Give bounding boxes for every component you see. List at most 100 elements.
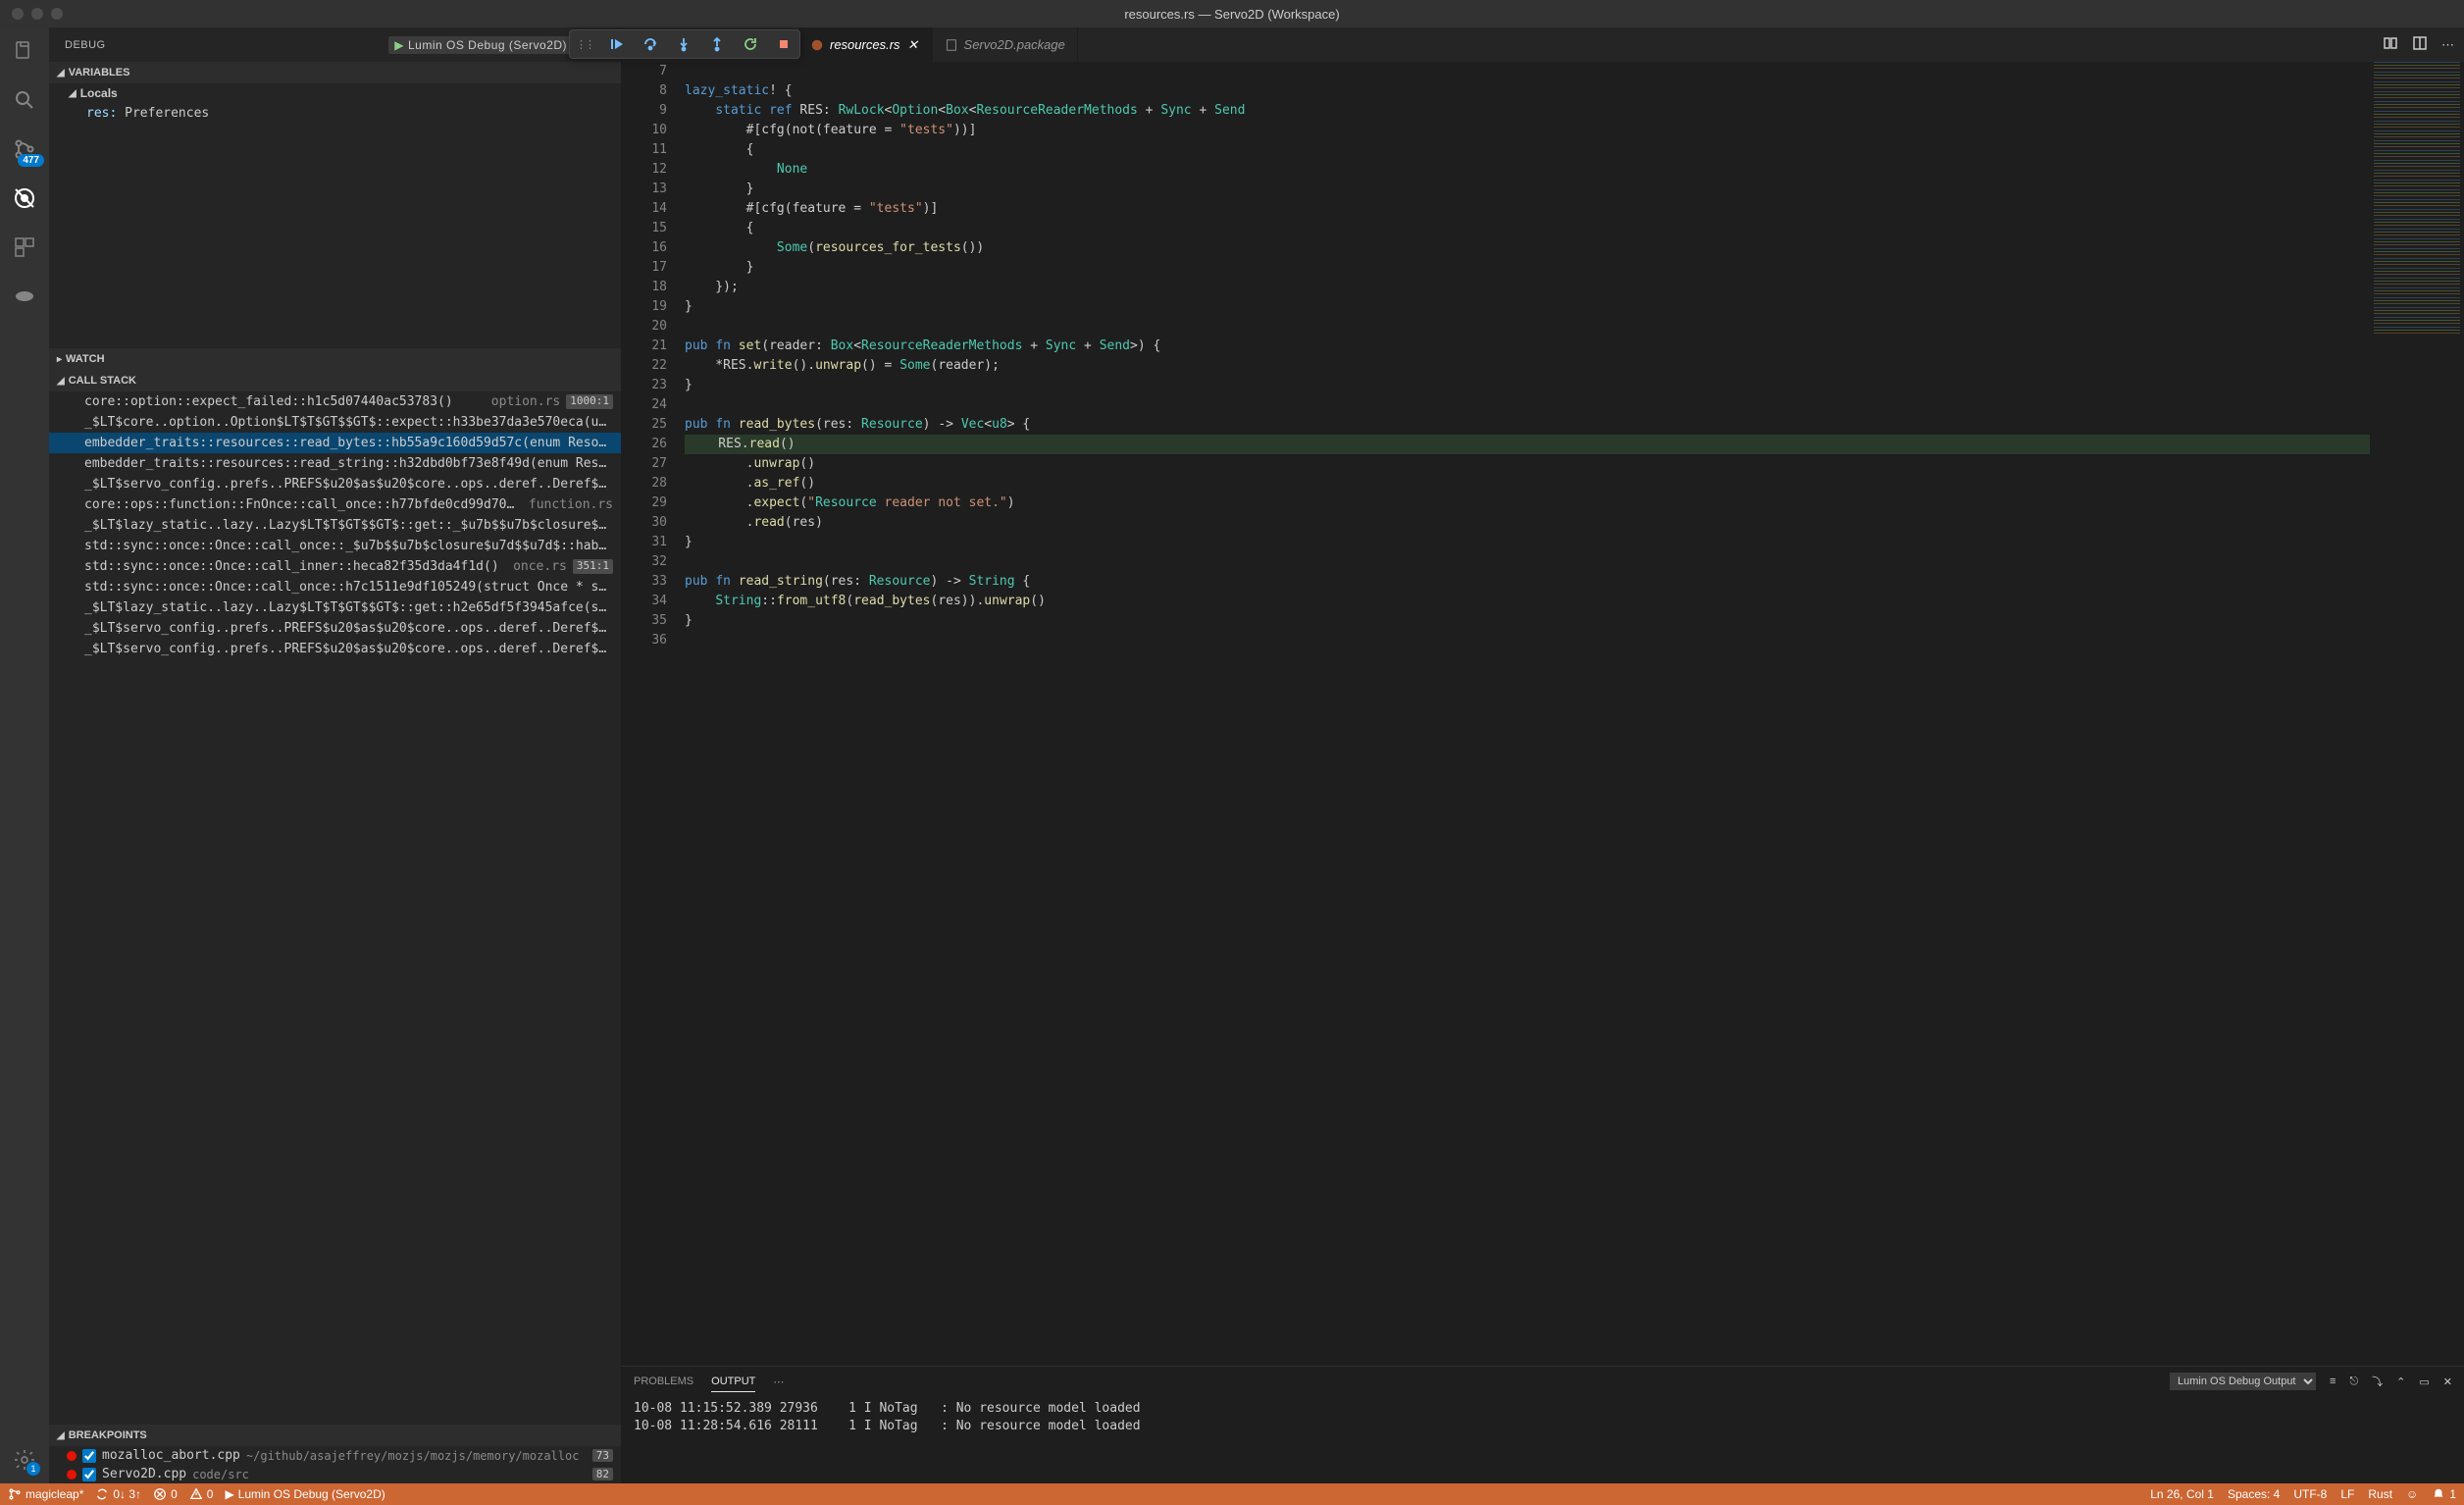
stack-frame[interactable]: _$LT$servo_config..prefs..PREFS$u20$as$u…	[49, 474, 621, 494]
notifications-icon[interactable]: 1	[2432, 1487, 2456, 1501]
clear-icon[interactable]: ⎋	[2349, 1375, 2358, 1388]
settings-gear-icon[interactable]: 1	[11, 1446, 38, 1474]
window-title: resources.rs — Servo2D (Workspace)	[0, 7, 2464, 22]
indentation[interactable]: Spaces: 4	[2228, 1487, 2280, 1501]
warnings-count[interactable]: 0	[189, 1487, 214, 1501]
search-icon[interactable]	[11, 86, 38, 114]
tab-resources-rs[interactable]: resources.rs ✕	[798, 27, 933, 62]
breakpoint-checkbox[interactable]	[82, 1468, 96, 1481]
stack-frame[interactable]: std::sync::once::Once::call_once::_$u7b$…	[49, 536, 621, 556]
output-channel-select[interactable]: Lumin OS Debug Output	[2170, 1373, 2316, 1390]
restart-button[interactable]	[741, 34, 760, 54]
scm-badge: 477	[18, 154, 44, 167]
git-branch[interactable]: magicleap*	[8, 1487, 83, 1501]
stop-button[interactable]	[774, 34, 794, 54]
chevron-down-icon: ◢	[57, 1430, 65, 1441]
play-icon: ▶	[394, 38, 404, 52]
continue-button[interactable]	[607, 34, 627, 54]
log-line: 10-08 11:28:54.616 28111 1 I NoTag : No …	[634, 1418, 2452, 1435]
step-out-button[interactable]	[707, 34, 727, 54]
errors-count[interactable]: 0	[153, 1487, 178, 1501]
rust-file-icon	[810, 38, 824, 52]
code-editor[interactable]: 7891011121314151617181920212223242526272…	[622, 62, 2464, 1366]
debug-sidebar: DEBUG ▶ Lumin OS Debug (Servo2D) ⇅ ⚙ ◢ V…	[49, 27, 622, 1483]
editor-actions: ⋯	[2373, 27, 2464, 62]
watch-section-header[interactable]: ▸ WATCH	[49, 348, 621, 370]
traffic-lights	[12, 8, 63, 20]
stack-frame[interactable]: core::option::expect_failed::h1c5d07440a…	[49, 391, 621, 412]
source-control-icon[interactable]: 477	[11, 135, 38, 163]
stack-frame[interactable]: _$LT$lazy_static..lazy..Lazy$LT$T$GT$$GT…	[49, 515, 621, 536]
variables-section-header[interactable]: ◢ VARIABLES	[49, 62, 621, 83]
cursor-position[interactable]: Ln 26, Col 1	[2150, 1487, 2214, 1501]
stack-frame[interactable]: std::sync::once::Once::call_inner::heca8…	[49, 556, 621, 577]
magicleap-icon[interactable]	[11, 283, 38, 310]
variables-body: ◢ Locals res: Preferences	[49, 83, 621, 348]
eol[interactable]: LF	[2340, 1487, 2354, 1501]
settings-badge: 1	[26, 1462, 40, 1476]
drag-grip-icon[interactable]: ⋮⋮	[576, 38, 593, 51]
panel-more-icon[interactable]: ⋯	[773, 1375, 784, 1388]
step-into-button[interactable]	[674, 34, 693, 54]
sync-status[interactable]: 0↓ 3↑	[95, 1487, 141, 1501]
breakpoint-row[interactable]: mozalloc_abort.cpp ~/github/asajeffrey/m…	[49, 1446, 621, 1465]
sidebar-header: DEBUG ▶ Lumin OS Debug (Servo2D) ⇅ ⚙	[49, 27, 621, 62]
extensions-icon[interactable]	[11, 234, 38, 261]
stack-frame[interactable]: _$LT$servo_config..prefs..PREFS$u20$as$u…	[49, 639, 621, 659]
stack-frame[interactable]: embedder_traits::resources::read_bytes::…	[49, 433, 621, 453]
debug-icon[interactable]	[11, 184, 38, 212]
stack-frame[interactable]: std::sync::once::Once::call_once::h7c151…	[49, 577, 621, 597]
statusbar: magicleap* 0↓ 3↑ 0 0 ▶ Lumin OS Debug (S…	[0, 1483, 2464, 1505]
chevron-up-icon[interactable]: ⌃	[2396, 1375, 2405, 1388]
chevron-down-icon: ◢	[57, 376, 65, 387]
code-body[interactable]: lazy_static! { static ref RES: RwLock<Op…	[685, 62, 2370, 1366]
file-icon	[945, 38, 958, 52]
titlebar: resources.rs — Servo2D (Workspace)	[0, 0, 2464, 27]
debug-status[interactable]: ▶ Lumin OS Debug (Servo2D)	[225, 1487, 385, 1501]
tab-servo2d-package[interactable]: Servo2D.package	[933, 27, 1078, 62]
panel-layout-icon[interactable]: ▭	[2419, 1375, 2429, 1388]
minimap[interactable]	[2370, 62, 2464, 1366]
filter-icon[interactable]: ≡	[2330, 1375, 2336, 1387]
feedback-icon[interactable]: ☺	[2406, 1487, 2418, 1501]
maximize-window-button[interactable]	[51, 8, 63, 20]
breakpoints-section-header[interactable]: ◢ BREAKPOINTS	[49, 1425, 621, 1446]
panel-tab-problems[interactable]: PROBLEMS	[634, 1372, 693, 1391]
more-icon[interactable]: ⋯	[2441, 37, 2454, 53]
debug-config-select[interactable]: ▶ Lumin OS Debug (Servo2D) ⇅	[388, 36, 587, 54]
output-body[interactable]: 10-08 11:15:52.389 27936 1 I NoTag : No …	[622, 1396, 2464, 1483]
callstack-section-header[interactable]: ◢ CALL STACK	[49, 370, 621, 391]
lock-scroll-icon[interactable]: ⤵	[2372, 1374, 2383, 1389]
close-window-button[interactable]	[12, 8, 24, 20]
debug-toolbar[interactable]: ⋮⋮	[569, 29, 800, 59]
close-panel-icon[interactable]: ✕	[2443, 1375, 2452, 1388]
breakpoint-dot-icon	[67, 1451, 77, 1461]
step-over-button[interactable]	[641, 34, 660, 54]
line-gutter: 7891011121314151617181920212223242526272…	[622, 62, 685, 1366]
encoding[interactable]: UTF-8	[2293, 1487, 2327, 1501]
stack-frame[interactable]: _$LT$lazy_static..lazy..Lazy$LT$T$GT$$GT…	[49, 597, 621, 618]
split-editor-icon[interactable]	[2412, 35, 2428, 54]
minimize-window-button[interactable]	[31, 8, 43, 20]
compare-icon[interactable]	[2383, 35, 2398, 54]
breakpoint-dot-icon	[67, 1470, 77, 1479]
variable-row[interactable]: res: Preferences	[49, 103, 621, 124]
editor-tabs: resources.rs ✕ Servo2D.package ⋯	[622, 27, 2464, 62]
log-line: 10-08 11:15:52.389 27936 1 I NoTag : No …	[634, 1400, 2452, 1418]
activity-bar: 477 1	[0, 27, 49, 1483]
panel-tab-output[interactable]: OUTPUT	[711, 1372, 755, 1392]
explorer-icon[interactable]	[11, 37, 38, 65]
breakpoint-row[interactable]: Servo2D.cpp code/src 82	[49, 1465, 621, 1483]
bottom-panel: PROBLEMS OUTPUT ⋯ Lumin OS Debug Output …	[622, 1366, 2464, 1483]
stack-frame[interactable]: _$LT$core..option..Option$LT$T$GT$$GT$::…	[49, 412, 621, 433]
close-icon[interactable]: ✕	[906, 38, 920, 52]
stack-frame[interactable]: embedder_traits::resources::read_string:…	[49, 453, 621, 474]
stack-frame[interactable]: _$LT$servo_config..prefs..PREFS$u20$as$u…	[49, 618, 621, 639]
locals-header[interactable]: ◢ Locals	[49, 83, 621, 103]
breakpoints-body: mozalloc_abort.cpp ~/github/asajeffrey/m…	[49, 1446, 621, 1483]
breakpoint-checkbox[interactable]	[82, 1449, 96, 1463]
editor-area: resources.rs ✕ Servo2D.package ⋯ 7891011…	[622, 27, 2464, 1483]
stack-frame[interactable]: core::ops::function::FnOnce::call_once::…	[49, 494, 621, 515]
chevron-down-icon: ◢	[57, 68, 65, 78]
language-mode[interactable]: Rust	[2368, 1487, 2392, 1501]
